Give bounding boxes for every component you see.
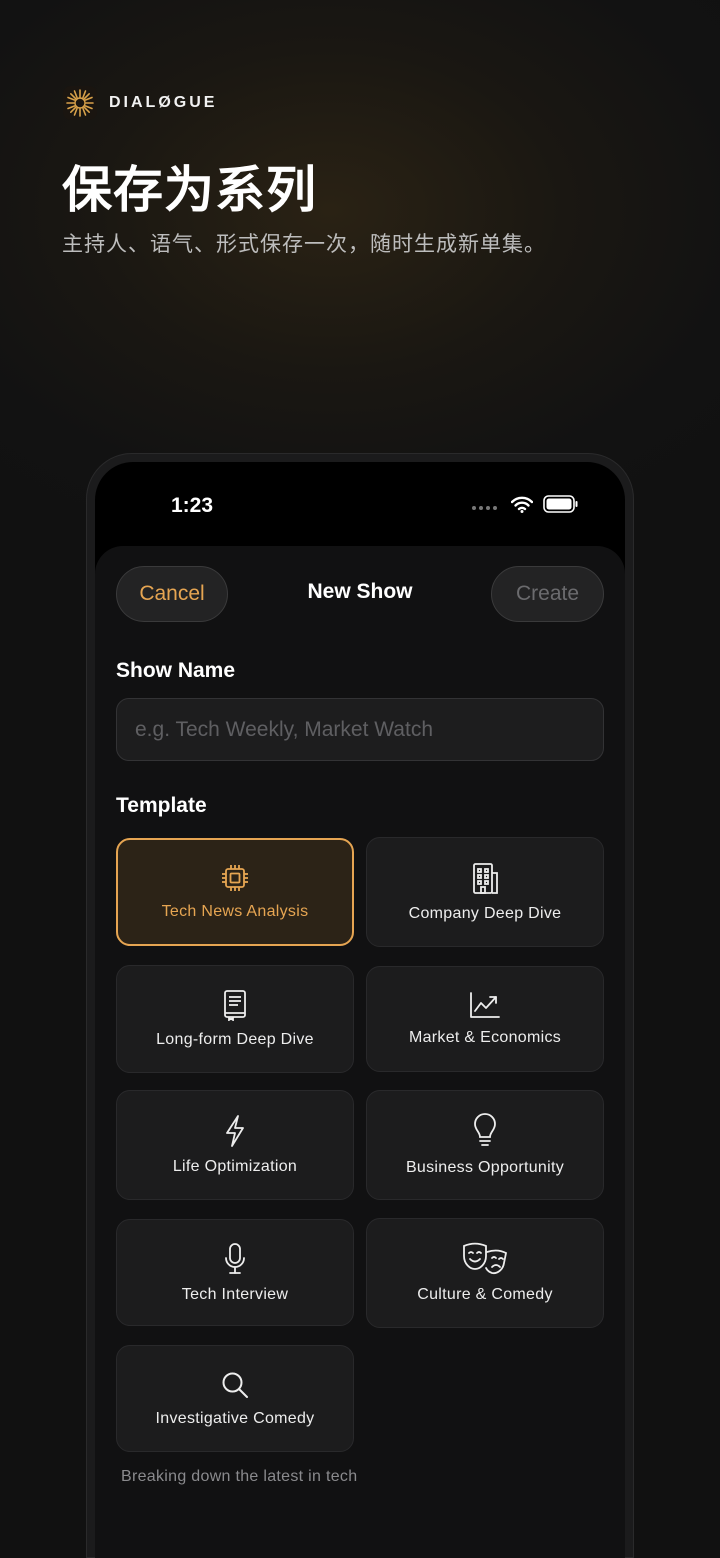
lightning-icon xyxy=(226,1115,244,1147)
template-card-label: Life Optimization xyxy=(172,1158,298,1175)
show-name-label: Show Name xyxy=(116,659,236,682)
chip-icon xyxy=(222,865,248,891)
microphone-icon xyxy=(225,1242,245,1274)
search-icon xyxy=(222,1372,248,1398)
template-card-label: Tech Interview xyxy=(181,1285,289,1303)
new-show-sheet: Cancel New Show Create Show Name e.g. Te… xyxy=(95,546,625,1558)
hero-title: 保存为系列 xyxy=(62,161,317,219)
sunburst-logo-icon xyxy=(63,86,97,120)
book-icon xyxy=(224,990,246,1021)
template-card-label: Long-form Deep Dive xyxy=(156,1031,314,1048)
signal-dots-icon xyxy=(472,506,497,510)
template-card-tech-interview[interactable]: Tech Interview xyxy=(116,1219,354,1326)
phone-screen: 1:23 Cancel New Show Create Show Name e.… xyxy=(95,462,625,1558)
template-card-label: Tech News Analysis xyxy=(161,903,309,920)
template-card-business-opportunity[interactable]: Business Opportunity xyxy=(366,1090,604,1200)
template-description: Breaking down the latest in tech xyxy=(121,1468,358,1485)
template-card-label: Business Opportunity xyxy=(405,1159,565,1176)
template-label: Template xyxy=(116,794,207,817)
building-icon xyxy=(473,863,498,894)
template-card-long-form-deep-dive[interactable]: Long-form Deep Dive xyxy=(116,965,354,1073)
status-time: 1:23 xyxy=(171,494,214,517)
template-card-tech-news-analysis[interactable]: Tech News Analysis xyxy=(116,838,354,946)
brand-header: DIALØGUE xyxy=(63,86,217,120)
template-card-investigative-comedy[interactable]: Investigative Comedy xyxy=(116,1345,354,1452)
hero-subtitle: 主持人、语气、形式保存一次，随时生成新单集。 xyxy=(62,232,546,256)
template-card-label: Culture & Comedy xyxy=(417,1286,553,1303)
create-button[interactable]: Create xyxy=(491,566,604,622)
template-card-label: Market & Economics xyxy=(408,1029,562,1046)
template-card-market-economics[interactable]: Market & Economics xyxy=(366,966,604,1072)
lightbulb-icon xyxy=(474,1113,496,1146)
template-card-label: Company Deep Dive xyxy=(408,905,562,922)
template-card-culture-comedy[interactable]: Culture & Comedy xyxy=(366,1218,604,1328)
chart-line-icon xyxy=(470,992,500,1018)
theater-masks-icon xyxy=(463,1242,508,1275)
template-card-company-deep-dive[interactable]: Company Deep Dive xyxy=(366,837,604,947)
template-card-life-optimization[interactable]: Life Optimization xyxy=(116,1090,354,1200)
status-icons xyxy=(472,495,579,513)
brand-name: DIALØGUE xyxy=(109,94,218,111)
battery-icon xyxy=(543,495,578,513)
template-card-label: Investigative Comedy xyxy=(155,1409,315,1427)
show-name-input[interactable]: e.g. Tech Weekly, Market Watch xyxy=(116,698,604,761)
wifi-icon xyxy=(511,496,533,513)
